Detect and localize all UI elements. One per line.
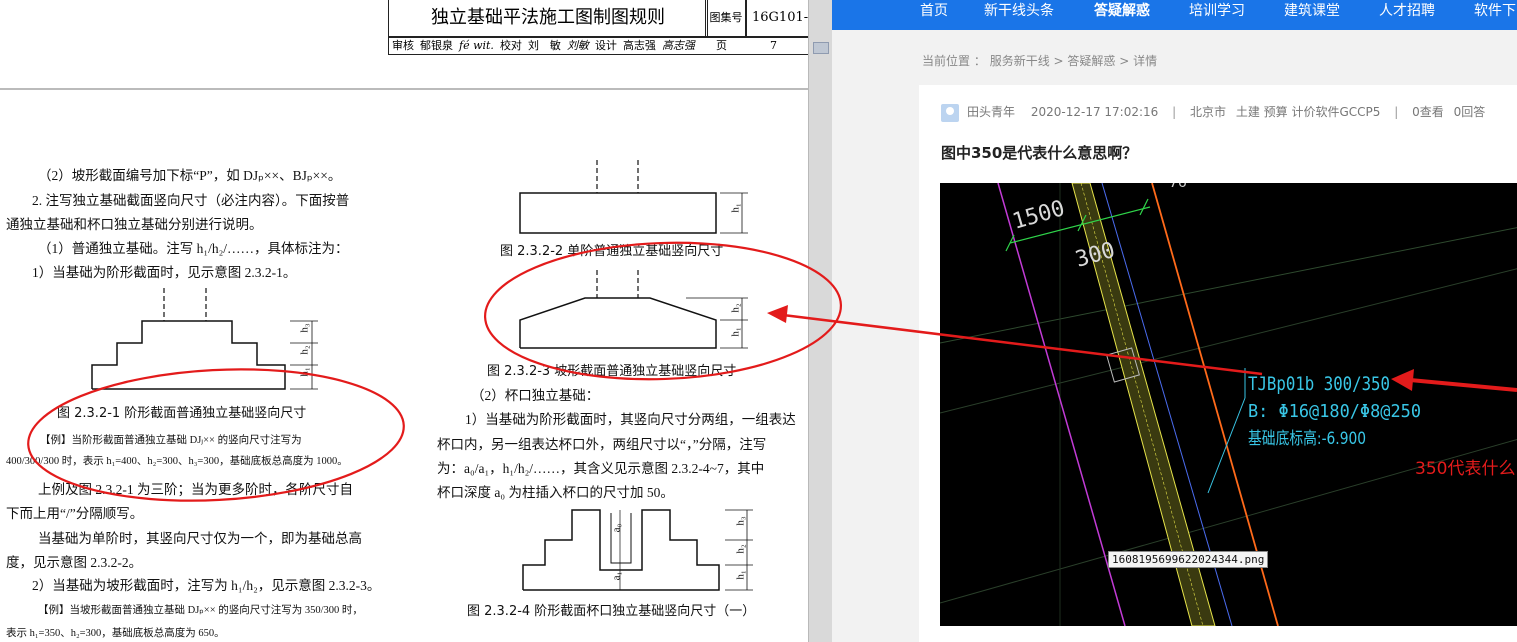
web-page: 首页 新干线头条 答疑解惑 培训学习 建筑课堂 人才招聘 软件下 当前位置 ： … [832,0,1517,642]
left-para-1: （2）坡形截面编号加下标“P”，如 DJₚ××、BJₚ××。 [38,168,342,183]
meta-separator: | [1394,105,1399,119]
cad-screenshot[interactable]: 76 1500 300 TJBp01b 300/350 B: Φ16@180/Φ… [940,183,1517,626]
atlas-number: 16G101-3 [745,0,808,37]
dim-h1-fig3: h₁ [729,327,742,337]
pane-splitter[interactable] [808,0,833,642]
breadcrumb-qa[interactable]: 答疑解惑 [1067,52,1115,69]
designer: 高志强 [622,39,656,52]
breadcrumb-separator: > [1053,54,1064,68]
right-para-1: （2）杯口独立基础： [471,388,600,403]
right-para-2: 1）当基础为阶形截面时，其竖向尺寸分两组，一组表达 [465,412,796,427]
answer-count: 0回答 [1453,105,1486,119]
left-para-4: （1）普通独立基础。注写 h₁/h₂/……，具体标注为： [38,241,349,256]
checker: 刘 敏 [527,39,561,52]
figure-4-caption: 图 2.3.2-4 阶形截面杯口独立基础竖向尺寸（一） [467,604,756,619]
post-location: 北京市 [1190,105,1227,119]
dim-h2-fig3: h₂ [729,303,742,313]
right-para-5: 杯口深度 a₀ 为柱插入杯口的尺寸加 50。 [437,485,674,500]
example-1-line-2: 400/300/300 时，表示 h₁=400、h₂=300、h₃=300，基础… [6,456,348,467]
left-para-10: 2）当基础为坡形截面时，注写为 h₁/h₂，见示意图 2.3.2-3。 [32,578,381,593]
designer-signature: 高志强 [661,39,695,52]
left-para-2: 2. 注写独立基础截面竖向尺寸（必注内容）。下面按普 [32,193,350,208]
dim-a0: a₀ [610,523,623,533]
left-para-5: 1）当基础为阶形截面时，见示意图 2.3.2-1。 [32,265,297,280]
dim-h3: h₃ [298,323,311,333]
breadcrumb-separator: > [1119,54,1130,68]
post-meta: 田头青年 2020-12-17 17:02:16 | 北京市 土建 预算 计价软… [941,103,1485,122]
breadcrumb: 当前位置 ： 服务新干线 > 答疑解惑 > 详情 [922,52,1157,69]
page-label: 页 [715,39,727,52]
atlas-label: 图集号 [705,0,747,37]
view-count: 0查看 [1412,105,1444,119]
nav-classroom[interactable]: 建筑课堂 [1284,0,1340,30]
drawing-title: 独立基础平法施工图制图规则 [388,0,708,37]
author-name[interactable]: 田头青年 [967,105,1015,119]
cad-dim-1500: 1500 [1010,196,1068,235]
example-2-line-1: 【例】当坡形截面普通独立基础 DJₚ×× 的竖向尺寸注写为 350/300 时， [38,605,363,616]
image-filename-tag: 1608195699622024344.png [1108,551,1269,568]
review-label: 审核 [392,39,414,52]
page-divider [0,88,808,90]
left-para-6: 上例及图 2.3.2-1 为三阶；当为更多阶时，各阶尺寸自 [38,482,353,497]
avatar[interactable] [941,103,959,122]
left-para-9: 度，见示意图 2.3.2-2。 [6,555,143,570]
example-2-line-2: 表示 h₁=350、h₂=300，基础底板总高度为 650。 [6,628,225,639]
right-para-4: 为：a₀/a₁，h₁/h₂/……，其含义见示意图 2.3.2-4~7，其中 [437,461,765,476]
check-label: 校对 [499,39,522,52]
meta-separator: | [1172,105,1177,119]
post-date: 2020-12-17 17:02:16 [1030,105,1159,119]
left-para-7: 下而上用“/”分隔顺写。 [6,506,144,521]
reviewer-signature: fé wit. [459,39,494,52]
document-viewer[interactable]: 独立基础平法施工图制图规则 图集号 16G101-3 审核郁银泉 fé wit. 校… [0,0,808,642]
figure-2-caption: 图 2.3.2-2 单阶普通独立基础竖向尺寸 [500,244,724,259]
left-para-8: 当基础为单阶时，其竖向尺寸仅为一个，即为基础总高 [38,531,362,546]
cad-foundation-label: TJBp01b 300/350 [1248,373,1390,395]
dim-h1: h₁ [298,367,311,377]
cad-elevation-label: 基础底标高:-6.900 [1248,429,1366,449]
dim-h1-fig4: h₁ [734,570,747,580]
example-1-line-1: 【例】当阶形截面普通独立基础 DJⱼ×× 的竖向尺寸注写为 [40,435,302,446]
dim-h2: h₂ [298,345,311,355]
dim-a1: a₁ [610,571,623,581]
design-label: 设计 [594,39,617,52]
splitter-grip[interactable] [813,42,829,54]
figure-single-step [519,160,748,234]
breadcrumb-colon: ： [973,54,986,68]
dim-h2-fig4: h₂ [734,544,747,554]
cad-rebar-label: B: Φ16@180/Φ8@250 [1248,401,1421,422]
red-annotation: 350代表什么 [1415,459,1515,479]
figure-1-caption: 图 2.3.2-1 阶形截面普通独立基础竖向尺寸 [57,406,307,421]
breadcrumb-prefix: 当前位置 [922,54,971,68]
svg-text:76: 76 [1169,183,1187,191]
breadcrumb-detail: 详情 [1133,54,1158,68]
nav-jobs[interactable]: 人才招聘 [1379,0,1435,30]
dim-h1-fig2: h₁ [729,203,742,213]
nav-software[interactable]: 软件下 [1474,0,1516,30]
post-tags: 土建 预算 计价软件GCCP5 [1235,105,1381,119]
figure-3-caption: 图 2.3.2-3 坡形截面普通独立基础竖向尺寸 [487,364,737,379]
top-nav: 首页 新干线头条 答疑解惑 培训学习 建筑课堂 人才招聘 软件下 [832,0,1517,30]
checker-signature: 刘敏 [566,39,589,52]
nav-home[interactable]: 首页 [920,0,948,30]
page-number: 7 [769,39,777,52]
nav-training[interactable]: 培训学习 [1189,0,1245,30]
dim-h3-fig4: h₃ [734,516,747,526]
figure-stepped-section [91,288,318,390]
breadcrumb-service[interactable]: 服务新干线 [990,52,1050,69]
left-para-3: 通独立基础和杯口独立基础分别进行说明。 [6,217,263,232]
question-title: 图中350是代表什么意思啊？ [941,144,1138,162]
question-card: 田头青年 2020-12-17 17:02:16 | 北京市 土建 预算 计价软… [919,85,1517,642]
signature-row: 审核 郁银泉 fé wit. 校对刘 敏刘敏 设计 高志强 高志强页 7 [388,37,808,55]
figure-cup-foundation [522,509,753,591]
nav-headlines[interactable]: 新干线头条 [984,0,1054,30]
nav-qa[interactable]: 答疑解惑 [1094,0,1150,30]
reviewer: 郁银泉 [420,39,453,52]
right-para-3: 杯口内，另一组表达杯口外，两组尺寸以“，”分隔，注写 [437,437,767,452]
